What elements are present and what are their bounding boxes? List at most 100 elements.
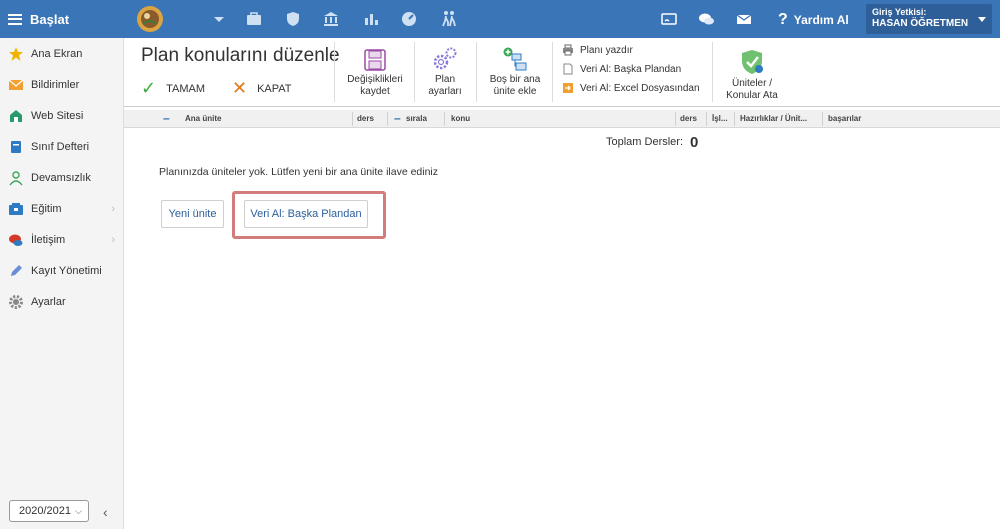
collapse-icon[interactable]: – [163,111,170,125]
printer-icon [563,44,573,56]
sidebar-item-bildirimler[interactable]: Bildirimler [0,69,123,100]
ok-label: TAMAM [166,82,205,95]
column-separator [734,112,735,126]
sidebar-item-label: Sınıf Defteri [31,140,90,153]
walking-people-icon[interactable] [440,10,458,28]
caret-down-icon [978,17,986,22]
column-separator [822,112,823,126]
sidebar-item-label: Ayarlar [31,295,66,308]
help-label: Yardım Al [793,13,849,27]
import-from-plan-menu-item[interactable]: Veri Al: Başka Plandan [562,63,681,75]
chat-icon [8,232,24,248]
main-content: Plan konularını düzenle ✓ TAMAM ✕ KAPAT … [124,38,1000,529]
sidebar-item-ana-ekran[interactable]: Ana Ekran [0,38,123,69]
ok-button[interactable]: ✓ TAMAM [141,78,205,99]
save-changes-button[interactable]: Değişiklikleri kaydet [342,46,408,98]
toolbar-divider [552,42,553,102]
toolbar-divider [124,106,1000,107]
assign-label-line2: Konular Ata [726,90,778,101]
sidebar-item-egitim[interactable]: Eğitim › [0,193,123,224]
start-menu-button[interactable]: Başlat [0,0,122,38]
sidebar-item-label: Devamsızlık [31,171,91,184]
toolbar-divider [712,42,713,102]
close-button[interactable]: ✕ KAPAT [232,78,292,99]
close-label: KAPAT [257,82,292,95]
column-header-unit[interactable]: Ana ünite [185,114,221,123]
year-value: 2020/2021 [19,505,71,517]
hamburger-icon [8,13,22,25]
bar-chart-icon[interactable] [362,10,380,28]
gears-icon [433,47,457,70]
collapse-sidebar-icon[interactable]: ‹ [103,504,108,520]
mail-icon[interactable] [735,10,753,28]
sidebar-item-label: Bildirimler [31,78,80,91]
question-icon: ? [778,11,788,28]
column-header-preparations[interactable]: Hazırlıklar / Ünit... [740,114,807,123]
briefcase-icon[interactable] [245,10,263,28]
user-name: HASAN ÖĞRETMEN [872,18,969,29]
page-title: Plan konularını düzenle [141,45,340,66]
user-menu[interactable]: Giriş Yetkisi: HASAN ÖĞRETMEN [866,4,992,34]
column-header-order[interactable]: sırala [406,114,427,123]
plan-settings-button[interactable]: Plan ayarları [422,46,468,98]
book-icon [8,139,24,155]
column-header-lessons[interactable]: ders [357,114,374,123]
toolbar-divider [476,42,477,102]
print-plan-button[interactable]: Planı yazdır [562,44,633,56]
dashboard-icon[interactable] [400,10,418,28]
column-separator [444,112,445,126]
column-header-lessons-2[interactable]: ders [680,114,697,123]
table-header: – Ana ünite ders – sırala konu ders İşl.… [124,110,1000,128]
sidebar-item-sinif-defteri[interactable]: Sınıf Defteri [0,131,123,162]
column-header-operation[interactable]: İşl... [712,114,728,123]
save-label-line2: kaydet [360,86,390,97]
save-label-line1: Değişiklikleri [347,74,403,85]
sidebar-item-devamsizlik[interactable]: Devamsızlık [0,162,123,193]
star-icon [8,46,24,62]
gear-icon [8,294,24,310]
chat-bubbles-icon[interactable] [697,10,715,28]
new-unit-button[interactable]: Yeni ünite [161,200,224,228]
floppy-disk-icon [364,49,386,71]
settings-label-line1: Plan [434,74,455,85]
chevron-down-icon: ⌵ [75,506,82,516]
import-from-plan-button[interactable]: Veri Al: Başka Plandan [244,200,368,228]
collapse-icon[interactable]: – [394,111,401,125]
column-separator [706,112,707,126]
column-separator [387,112,388,126]
user-role-label: Giriş Yetkisi: [872,7,927,17]
sidebar-item-web-sitesi[interactable]: Web Sitesi [0,100,123,131]
sidebar-item-iletisim[interactable]: İletişim › [0,224,123,255]
import-arrow-icon [563,83,573,93]
person-icon [8,170,24,186]
cast-screen-icon[interactable] [660,10,678,28]
total-lessons-value: 0 [690,134,699,151]
total-lessons-label: Toplam Dersler: [606,136,684,148]
pencil-icon [8,263,24,279]
sidebar-item-label: Kayıt Yönetimi [31,264,102,277]
bank-icon[interactable] [322,10,340,28]
toolbar-divider [414,42,415,102]
shield-icon[interactable] [284,10,302,28]
sidebar-item-ayarlar[interactable]: Ayarlar [0,286,123,317]
assign-units-topics-button[interactable]: Üniteler / Konular Ata [720,46,784,102]
assign-label-line1: Üniteler / [731,78,772,89]
year-select[interactable]: 2020/2021 ⌵ [9,500,89,522]
top-bar: Başlat ? Yardım Al Giriş Yetkisi: HASAN … [0,0,1000,38]
add-unit-label-line1: Boş bir ana [489,74,541,85]
sidebar: Ana Ekran Bildirimler Web Sitesi Sınıf D… [0,38,124,529]
import-from-excel-menu-item[interactable]: Veri Al: Excel Dosyasından [562,82,700,94]
caret-down-icon[interactable] [210,10,228,28]
empty-plan-message: Planınızda üniteler yok. Lütfen yeni bir… [159,166,439,178]
start-label: Başlat [30,11,70,27]
help-button[interactable]: ? Yardım Al [778,11,849,29]
school-logo[interactable] [134,4,166,34]
sidebar-item-label: Eğitim [31,202,62,215]
sidebar-item-kayit-yonetimi[interactable]: Kayıt Yönetimi [0,255,123,286]
column-header-topic[interactable]: konu [451,114,470,123]
sidebar-item-label: Web Sitesi [31,109,84,122]
add-empty-unit-button[interactable]: Boş bir ana ünite ekle [484,46,546,98]
column-separator [675,112,676,126]
column-header-success[interactable]: başarılar [828,114,861,123]
graduation-icon [8,201,24,217]
